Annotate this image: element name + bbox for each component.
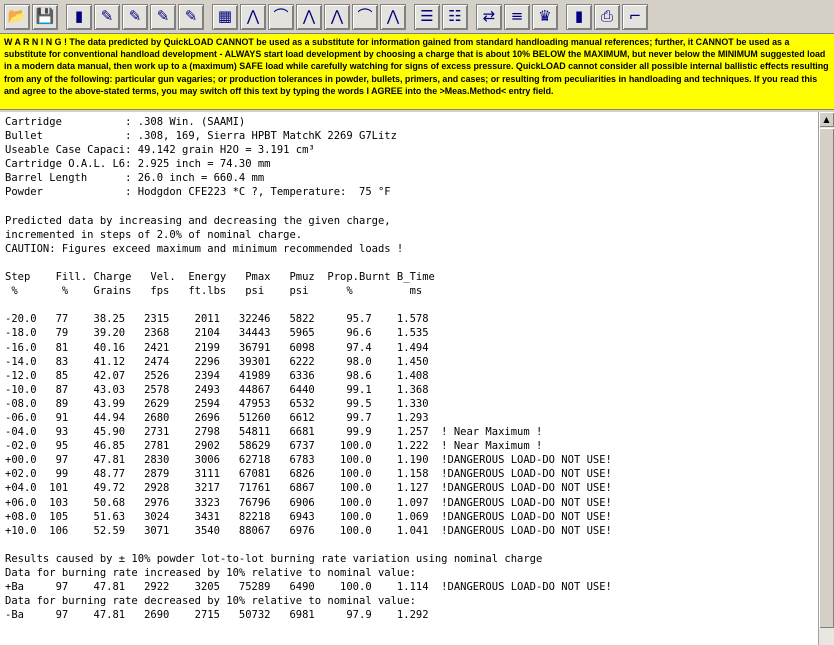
output-line: Useable Case Capaci: 49.142 grain H2O = … bbox=[5, 144, 315, 157]
output-line: +02.0 99 48.77 2879 3111 67081 6826 100.… bbox=[5, 468, 612, 481]
output-line: -04.0 93 45.90 2731 2798 54811 6681 99.9… bbox=[5, 426, 543, 439]
print-button[interactable]: ⎙ bbox=[594, 3, 620, 30]
output-line: CAUTION: Figures exceed maximum and mini… bbox=[5, 242, 404, 255]
pistol-button[interactable]: ⌐ bbox=[622, 3, 648, 30]
combined-chart-button[interactable]: ⋀ bbox=[380, 3, 406, 30]
output-line: -08.0 89 43.99 2629 2594 47953 6532 99.5… bbox=[5, 397, 429, 410]
results-output[interactable]: Cartridge : .308 Win. (SAAMI) Bullet : .3… bbox=[0, 112, 818, 645]
print-icon: ⎙ bbox=[600, 7, 613, 25]
combined-chart-icon: ⋀ bbox=[386, 7, 400, 25]
cartridges-icon: ▮ bbox=[574, 7, 584, 25]
output-line: -02.0 95 46.85 2781 2902 58629 6737 100.… bbox=[5, 440, 543, 453]
output-line: -18.0 79 39.20 2368 2104 34443 5965 96.6… bbox=[5, 327, 429, 340]
pressure-velocity-chart-icon: ⋀ bbox=[302, 7, 316, 25]
edit-data-2-icon: ✎ bbox=[184, 7, 198, 25]
scroll-up-arrow-icon[interactable]: ▲ bbox=[819, 112, 834, 127]
output-line: % % Grains fps ft.lbs psi psi % ms bbox=[5, 285, 423, 298]
vertical-scrollbar[interactable]: ▲ bbox=[818, 112, 834, 645]
pressure-velocity-chart-button[interactable]: ⋀ bbox=[296, 3, 322, 30]
compare-button[interactable]: ⇄ bbox=[476, 3, 502, 30]
cartridges-button[interactable]: ▮ bbox=[566, 3, 592, 30]
output-line: +10.0 106 52.59 3071 3540 88067 6976 100… bbox=[5, 524, 612, 537]
output-line: Step Fill. Charge Vel. Energy Pmax Pmuz … bbox=[5, 271, 435, 284]
output-line: -10.0 87 43.03 2578 2493 44867 6440 99.1… bbox=[5, 383, 429, 396]
toolbar: 📂 💾 ▮ ✎ ✎ ✎ ✎ ▦ ⋀ ⌒ ⋀ ⋀ ⌒ ⋀ ☰ ☷ ⇄ ≡ ♛ ▮ ⎙ ⌐ bbox=[0, 0, 834, 34]
burn-chart-button[interactable]: ⌒ bbox=[352, 3, 378, 30]
table-button[interactable]: ▦ bbox=[212, 3, 238, 30]
velocity-chart-button[interactable]: ⌒ bbox=[268, 3, 294, 30]
output-line: -06.0 91 44.94 2680 2696 51260 6612 99.7… bbox=[5, 411, 429, 424]
bullet-data-button[interactable]: ✎ bbox=[94, 3, 120, 30]
bullet-data-icon: ✎ bbox=[100, 7, 114, 25]
save-icon: 💾 bbox=[35, 7, 55, 25]
output-line: Barrel Length : 26.0 inch = 660.4 mm bbox=[5, 172, 265, 185]
output-line: -Ba 97 47.81 2690 2715 50732 6981 97.9 1… bbox=[5, 609, 429, 622]
warning-text: W A R N I N G ! The data predicted by Qu… bbox=[4, 37, 829, 96]
burn-chart-icon: ⌒ bbox=[357, 7, 373, 25]
energy-chart-button[interactable]: ⋀ bbox=[324, 3, 350, 30]
output-line: +08.0 105 51.63 3024 3431 82218 6943 100… bbox=[5, 510, 612, 523]
pressure-chart-button[interactable]: ⋀ bbox=[240, 3, 266, 30]
powder-data-button[interactable]: ✎ bbox=[122, 3, 148, 30]
cartridge-data-icon: ▮ bbox=[74, 7, 84, 25]
ladder-button[interactable]: ≡ bbox=[504, 3, 530, 30]
energy-chart-icon: ⋀ bbox=[330, 7, 344, 25]
text-output-icon: ☰ bbox=[420, 7, 434, 25]
edit-data-icon: ✎ bbox=[156, 7, 170, 25]
output-line: Bullet : .308, 169, Sierra HPBT MatchK 2… bbox=[5, 130, 397, 143]
output-line: -16.0 81 40.16 2421 2199 36791 6098 97.4… bbox=[5, 341, 429, 354]
ladder-icon: ≡ bbox=[510, 7, 524, 25]
warning-banner: W A R N I N G ! The data predicted by Qu… bbox=[0, 34, 834, 110]
output-line: -20.0 77 38.25 2315 2011 32246 5822 95.7… bbox=[5, 313, 429, 326]
open-button[interactable]: 📂 bbox=[4, 3, 30, 30]
scrollbar-thumb[interactable] bbox=[819, 128, 834, 628]
output-line: +04.0 101 49.72 2928 3217 71761 6867 100… bbox=[5, 482, 612, 495]
list-output-icon: ☷ bbox=[448, 7, 462, 25]
output-line: -12.0 85 42.07 2526 2394 41989 6336 98.6… bbox=[5, 369, 429, 382]
output-line: +06.0 103 50.68 2976 3323 76796 6906 100… bbox=[5, 496, 612, 509]
output-line: +Ba 97 47.81 2922 3205 75289 6490 100.0 … bbox=[5, 581, 612, 594]
output-line: Data for burning rate decreased by 10% r… bbox=[5, 595, 416, 608]
output-line: Cartridge O.A.L. L6: 2.925 inch = 74.30 … bbox=[5, 158, 271, 171]
output-line: Powder : Hodgdon CFE223 *C ?, Temperatur… bbox=[5, 186, 391, 199]
medal-button[interactable]: ♛ bbox=[532, 3, 558, 30]
output-line: Results caused by ± 10% powder lot-to-lo… bbox=[5, 552, 543, 565]
pistol-icon: ⌐ bbox=[628, 7, 642, 25]
compare-icon: ⇄ bbox=[482, 7, 496, 25]
text-output-button[interactable]: ☰ bbox=[414, 3, 440, 30]
open-icon: 📂 bbox=[7, 7, 27, 25]
powder-data-icon: ✎ bbox=[128, 7, 142, 25]
save-button[interactable]: 💾 bbox=[32, 3, 58, 30]
output-line: +00.0 97 47.81 2830 3006 62718 6783 100.… bbox=[5, 454, 612, 467]
cartridge-data-button[interactable]: ▮ bbox=[66, 3, 92, 30]
output-line: -14.0 83 41.12 2474 2296 39301 6222 98.0… bbox=[5, 355, 429, 368]
output-line: Data for burning rate increased by 10% r… bbox=[5, 567, 416, 579]
table-icon: ▦ bbox=[217, 7, 233, 25]
edit-data-button[interactable]: ✎ bbox=[150, 3, 176, 30]
medal-icon: ♛ bbox=[538, 7, 552, 25]
velocity-chart-icon: ⌒ bbox=[273, 7, 289, 25]
list-output-button[interactable]: ☷ bbox=[442, 3, 468, 30]
output-line: incremented in steps of 2.0% of nominal … bbox=[5, 228, 303, 241]
edit-data-2-button[interactable]: ✎ bbox=[178, 3, 204, 30]
output-line: Cartridge : .308 Win. (SAAMI) bbox=[5, 116, 246, 128]
pressure-chart-icon: ⋀ bbox=[246, 7, 260, 25]
output-line: Predicted data by increasing and decreas… bbox=[5, 214, 391, 227]
